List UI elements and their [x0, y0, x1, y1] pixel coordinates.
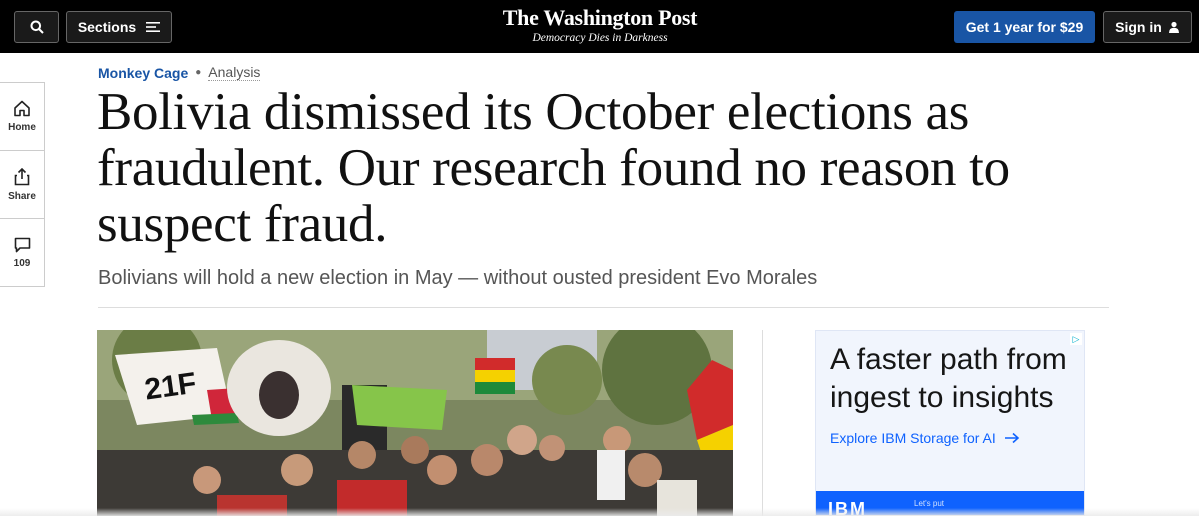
advertisement[interactable]: ▷ A faster path from ingest to insights …: [815, 330, 1085, 516]
article-headline: Bolivia dismissed its October elections …: [97, 83, 1010, 253]
rail-share-button[interactable]: Share: [0, 151, 44, 219]
ad-headline: A faster path from ingest to insights: [830, 343, 1067, 414]
sign-in-button[interactable]: Sign in: [1103, 11, 1192, 43]
comment-icon: [14, 237, 30, 253]
ad-cta-label: Explore IBM Storage for AI: [830, 430, 996, 446]
rail-comments-button[interactable]: 109: [0, 219, 44, 287]
rail-home-button[interactable]: Home: [0, 83, 44, 151]
user-icon: [1168, 21, 1179, 33]
article-kicker: Monkey Cage ● Analysis: [98, 64, 261, 81]
site-tagline: Democracy Dies in Darkness: [532, 32, 668, 44]
share-icon: [14, 167, 30, 185]
ad-cta-link[interactable]: Explore IBM Storage for AI: [830, 430, 1020, 446]
ad-small-text: Let's put: [914, 499, 944, 508]
home-icon: [14, 100, 30, 117]
left-action-rail: Home Share 109: [0, 82, 45, 287]
rail-share-label: Share: [8, 190, 36, 202]
search-button[interactable]: [14, 11, 59, 43]
sections-label: Sections: [77, 19, 137, 35]
protest-crowd-image: 21F: [97, 330, 733, 516]
header-divider: [98, 307, 1109, 308]
sections-menu-button[interactable]: Sections: [66, 11, 172, 43]
sign-in-label: Sign in: [1115, 19, 1162, 35]
article-subheadline: Bolivians will hold a new election in Ma…: [98, 267, 818, 289]
arrow-right-icon: [1004, 432, 1019, 444]
hamburger-icon: [146, 22, 161, 32]
section-link[interactable]: Monkey Cage: [98, 65, 188, 81]
search-icon: [30, 20, 44, 34]
kicker-separator: ●: [195, 67, 202, 78]
site-logo[interactable]: The Washington Post: [480, 5, 720, 31]
bottom-fade: [0, 508, 1199, 516]
masthead[interactable]: The Washington Post Democracy Dies in Da…: [480, 5, 720, 44]
column-divider: [762, 330, 763, 516]
top-navigation-bar: Sections The Washington Post Democracy D…: [0, 0, 1199, 53]
lead-photo[interactable]: 21F: [97, 330, 733, 516]
rail-home-label: Home: [8, 122, 36, 133]
rail-comments-count: 109: [13, 258, 31, 269]
analysis-label[interactable]: Analysis: [208, 64, 261, 81]
subscribe-button[interactable]: Get 1 year for $29: [954, 11, 1095, 43]
